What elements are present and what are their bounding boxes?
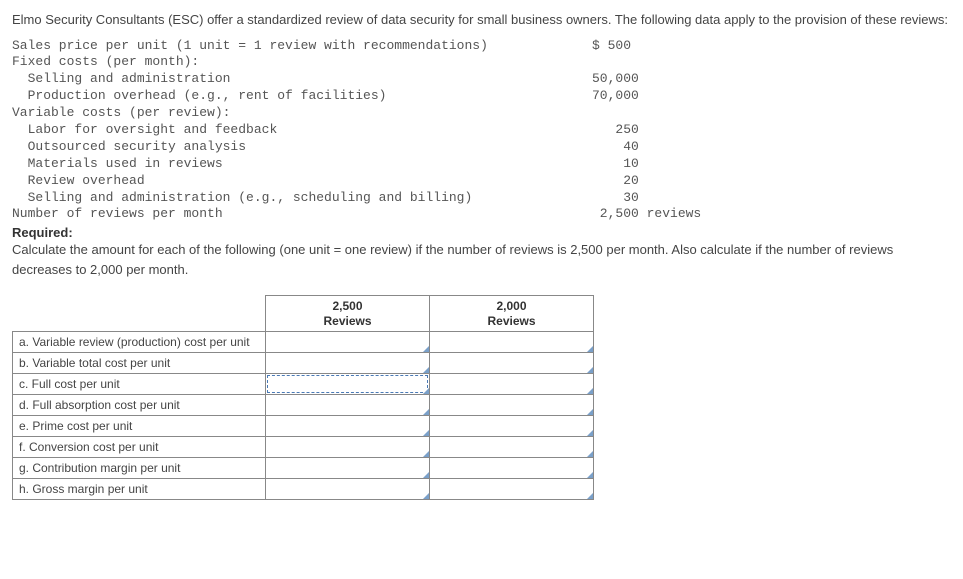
data-label: Labor for oversight and feedback	[12, 122, 592, 139]
data-row: Selling and administration (e.g., schedu…	[12, 190, 951, 207]
data-label: Number of reviews per month	[12, 206, 592, 223]
row-label: d. Full absorption cost per unit	[13, 395, 266, 416]
table-row: b. Variable total cost per unit	[13, 353, 594, 374]
answer-input[interactable]	[430, 479, 593, 499]
data-row: Selling and administration50,000	[12, 71, 951, 88]
answer-cell[interactable]	[266, 332, 430, 353]
data-row: Number of reviews per month 2,500 review…	[12, 206, 951, 223]
data-value: 70,000	[592, 88, 639, 105]
data-label: Outsourced security analysis	[12, 139, 592, 156]
answer-cell[interactable]	[266, 437, 430, 458]
row-label: f. Conversion cost per unit	[13, 437, 266, 458]
table-row: a. Variable review (production) cost per…	[13, 332, 594, 353]
table-row: d. Full absorption cost per unit	[13, 395, 594, 416]
data-row: Labor for oversight and feedback 250	[12, 122, 951, 139]
answer-cell[interactable]	[430, 416, 594, 437]
answer-cell[interactable]	[266, 479, 430, 500]
row-label: a. Variable review (production) cost per…	[13, 332, 266, 353]
data-row: Fixed costs (per month):	[12, 54, 951, 71]
table-row: f. Conversion cost per unit	[13, 437, 594, 458]
data-label: Fixed costs (per month):	[12, 54, 592, 71]
answer-input[interactable]	[266, 458, 429, 478]
data-label: Materials used in reviews	[12, 156, 592, 173]
data-label: Variable costs (per review):	[12, 105, 592, 122]
answer-cell[interactable]	[266, 395, 430, 416]
data-block: Sales price per unit (1 unit = 1 review …	[12, 38, 951, 224]
table-row: h. Gross margin per unit	[13, 479, 594, 500]
data-label: Sales price per unit (1 unit = 1 review …	[12, 38, 592, 55]
answer-input[interactable]	[430, 374, 593, 394]
answer-input[interactable]	[266, 395, 429, 415]
row-label: b. Variable total cost per unit	[13, 353, 266, 374]
answer-table: 2,500Reviews 2,000Reviews a. Variable re…	[12, 295, 594, 500]
answer-input[interactable]	[430, 416, 593, 436]
data-value: 250	[592, 122, 639, 139]
col-header-2500: 2,500Reviews	[266, 296, 430, 332]
data-row: Variable costs (per review):	[12, 105, 951, 122]
answer-input[interactable]	[430, 353, 593, 373]
data-value: 30	[592, 190, 639, 207]
answer-input[interactable]	[430, 395, 593, 415]
answer-input[interactable]	[266, 416, 429, 436]
answer-cell[interactable]	[430, 332, 594, 353]
answer-input[interactable]	[266, 374, 429, 394]
data-value: 40	[592, 139, 639, 156]
data-row: Production overhead (e.g., rent of facil…	[12, 88, 951, 105]
answer-cell[interactable]	[430, 374, 594, 395]
answer-input[interactable]	[266, 353, 429, 373]
intro-text: Elmo Security Consultants (ESC) offer a …	[12, 10, 951, 30]
answer-cell[interactable]	[266, 374, 430, 395]
data-value: 20	[592, 173, 639, 190]
answer-input[interactable]	[430, 458, 593, 478]
answer-input[interactable]	[266, 437, 429, 457]
required-label: Required:	[12, 225, 73, 240]
data-label: Production overhead (e.g., rent of facil…	[12, 88, 592, 105]
answer-input[interactable]	[266, 332, 429, 352]
data-label: Selling and administration	[12, 71, 592, 88]
data-row: Outsourced security analysis 40	[12, 139, 951, 156]
table-row: e. Prime cost per unit	[13, 416, 594, 437]
data-value: 2,500	[592, 206, 639, 223]
row-label: g. Contribution margin per unit	[13, 458, 266, 479]
data-row: Sales price per unit (1 unit = 1 review …	[12, 38, 951, 55]
data-value: $ 500	[592, 38, 631, 55]
required-text: Calculate the amount for each of the fol…	[12, 240, 951, 279]
answer-cell[interactable]	[266, 416, 430, 437]
answer-cell[interactable]	[430, 353, 594, 374]
answer-input[interactable]	[430, 437, 593, 457]
answer-cell[interactable]	[266, 458, 430, 479]
data-suffix: reviews	[639, 206, 701, 223]
data-row: Review overhead 20	[12, 173, 951, 190]
answer-cell[interactable]	[430, 395, 594, 416]
answer-input[interactable]	[430, 332, 593, 352]
col-header-2000: 2,000Reviews	[430, 296, 594, 332]
answer-input[interactable]	[266, 479, 429, 499]
data-value: 50,000	[592, 71, 639, 88]
row-label: h. Gross margin per unit	[13, 479, 266, 500]
answer-cell[interactable]	[430, 437, 594, 458]
data-label: Selling and administration (e.g., schedu…	[12, 190, 592, 207]
table-row: c. Full cost per unit	[13, 374, 594, 395]
data-label: Review overhead	[12, 173, 592, 190]
row-label: c. Full cost per unit	[13, 374, 266, 395]
answer-cell[interactable]	[430, 479, 594, 500]
row-label: e. Prime cost per unit	[13, 416, 266, 437]
answer-cell[interactable]	[430, 458, 594, 479]
answer-cell[interactable]	[266, 353, 430, 374]
table-row: g. Contribution margin per unit	[13, 458, 594, 479]
data-row: Materials used in reviews 10	[12, 156, 951, 173]
data-value: 10	[592, 156, 639, 173]
